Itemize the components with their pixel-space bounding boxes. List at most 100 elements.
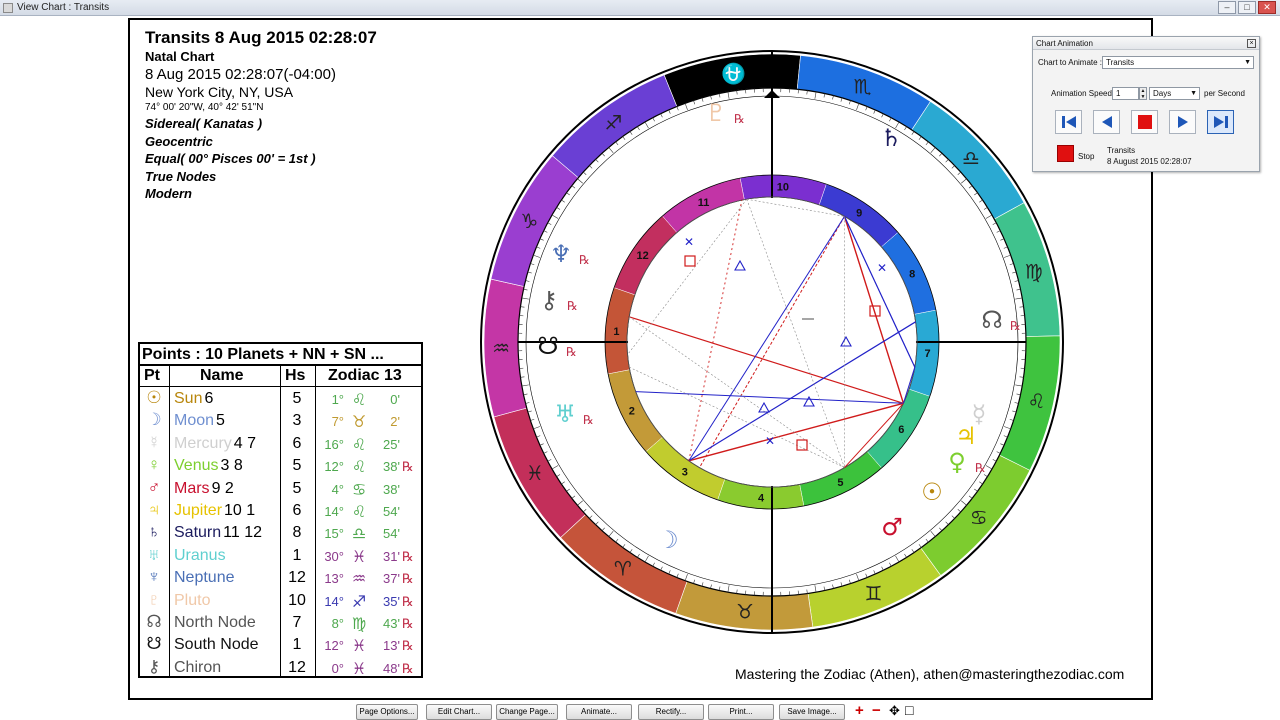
- maximize-button[interactable]: □: [1238, 1, 1256, 14]
- planet-degree: 30°: [324, 548, 344, 564]
- header-pt: Pt: [144, 367, 160, 384]
- speed-unit-value: Days: [1153, 89, 1172, 98]
- table-row: ♅ Uranus 1 30° ♓ 31' ℞: [140, 545, 421, 567]
- transit-planet-icon[interactable]: ♀: [948, 448, 966, 476]
- status-chart-name: Transits: [1107, 146, 1136, 155]
- retrograde-icon: ℞: [402, 660, 414, 676]
- planet-glyph-icon: ♄: [147, 522, 161, 542]
- sign-glyph-icon: ♏: [854, 75, 872, 99]
- house-number: 7: [925, 348, 931, 360]
- skip-forward-icon: [1214, 116, 1228, 128]
- play-back-icon: [1102, 116, 1112, 128]
- change-page-button[interactable]: Change Page...: [496, 704, 558, 720]
- dropdown-arrow-icon: ▼: [1190, 90, 1197, 97]
- planet-degree: 12°: [324, 459, 344, 475]
- planet-degree: 15°: [324, 526, 344, 542]
- zoom-out-icon[interactable]: −: [872, 703, 887, 719]
- transit-planet-icon[interactable]: ♂: [881, 513, 903, 541]
- planet-name: Uranus: [174, 546, 226, 564]
- zodiac-sign-icon: ♋: [351, 481, 367, 499]
- pan-icon[interactable]: ✥: [889, 704, 904, 719]
- stop-status-icon: [1057, 145, 1074, 162]
- retrograde-icon: ℞: [579, 253, 590, 267]
- chart-to-animate-label: Chart to Animate :: [1038, 58, 1103, 67]
- transit-planet-icon[interactable]: ♅: [554, 400, 576, 428]
- house-number: 8: [909, 269, 915, 281]
- planet-minute: 37': [383, 571, 400, 587]
- skip-forward-button[interactable]: [1207, 110, 1234, 134]
- transit-planet-icon[interactable]: ☊: [981, 306, 1002, 334]
- table-row: ♂ Mars 9 2 5 4° ♋ 38': [140, 478, 421, 500]
- planet-glyph-icon: ♆: [147, 567, 161, 587]
- speed-input[interactable]: 1: [1112, 87, 1139, 100]
- zodiac-sign-icon: ♌: [351, 504, 367, 521]
- aspect-sextile-icon: ✕: [684, 235, 694, 249]
- house-number: 12: [637, 250, 649, 262]
- points-table-title: Points : 10 Planets + NN + SN ...: [140, 344, 421, 366]
- retrograde-icon: ℞: [402, 616, 414, 631]
- house-number: 2: [629, 405, 635, 417]
- table-row: ♇ Pluto 10 14° ♐ 35' ℞: [140, 590, 421, 612]
- zodiac-sign-icon: ♎: [351, 526, 367, 544]
- option-zodiac: Sidereal( Kanatas ): [145, 116, 263, 131]
- transit-planet-icon[interactable]: ♆: [550, 240, 572, 268]
- transit-planet-icon[interactable]: ☋: [537, 332, 558, 360]
- chart-datetime: 8 Aug 2015 02:28:07(-04:00): [145, 66, 336, 83]
- header-zodiac: Zodiac 13: [328, 367, 402, 384]
- planet-house: 12: [288, 658, 306, 676]
- house-number: 11: [698, 197, 710, 209]
- speed-value: 1: [1116, 89, 1121, 98]
- planet-house: 5: [292, 457, 302, 475]
- transit-planet-icon[interactable]: ☉: [921, 478, 943, 506]
- zodiac-sign-icon: ♐: [351, 593, 367, 611]
- rectify-button[interactable]: Rectify...: [638, 704, 704, 720]
- transit-planet-icon[interactable]: ⚷: [540, 286, 558, 314]
- planet-name: South Node: [174, 636, 259, 654]
- planet-degree: 4°: [331, 481, 344, 497]
- step-forward-button[interactable]: [1169, 110, 1196, 134]
- table-row: ☉ Sun 6 5 1° ♌ 0': [140, 388, 421, 410]
- transit-planet-icon[interactable]: ♇: [705, 99, 727, 127]
- status-date: 8 August 2015 02:28:07: [1107, 157, 1192, 166]
- planet-house: 1: [292, 546, 302, 564]
- speed-unit-select[interactable]: Days ▼: [1149, 87, 1200, 100]
- sign-glyph-icon: ♊: [865, 581, 883, 605]
- page-options-button[interactable]: Page Options...: [356, 704, 418, 720]
- speed-spinner[interactable]: ▲ ▼: [1139, 87, 1147, 100]
- step-back-button[interactable]: [1093, 110, 1120, 134]
- planet-degree: 7°: [331, 414, 344, 430]
- animate-button[interactable]: Animate...: [566, 704, 632, 720]
- option-houses: Equal( 00° Pisces 00' = 1st ): [145, 151, 316, 167]
- chart-coordinates: 74° 00' 20"W, 40° 42' 51"N: [145, 102, 264, 113]
- transit-planet-icon[interactable]: ♄: [880, 124, 902, 152]
- planet-degree: 13°: [324, 571, 344, 587]
- print-button[interactable]: Print...: [708, 704, 774, 720]
- sign-glyph-icon: ♓: [526, 461, 544, 485]
- zoom-in-icon[interactable]: +: [855, 703, 870, 719]
- sign-glyph-icon: ⛎: [721, 62, 746, 86]
- edit-chart-button[interactable]: Edit Chart...: [426, 704, 492, 720]
- save-image-button[interactable]: Save Image...: [779, 704, 845, 720]
- chart-to-animate-select[interactable]: Transits ▼: [1102, 56, 1254, 69]
- transit-planet-icon[interactable]: ♃: [955, 422, 977, 450]
- planet-house: 1: [292, 636, 302, 654]
- planet-name: Mercury 4 7: [174, 434, 257, 452]
- house-number: 5: [837, 477, 843, 489]
- minimize-button[interactable]: –: [1218, 1, 1236, 14]
- planet-minute: 38': [383, 459, 400, 475]
- transit-planet-icon[interactable]: ☽: [657, 526, 679, 554]
- dropdown-arrow-icon: ▼: [1244, 59, 1251, 66]
- rewind-to-start-button[interactable]: [1055, 110, 1082, 134]
- planet-house: 10: [288, 591, 306, 609]
- fit-icon[interactable]: □: [905, 703, 920, 719]
- zodiac-sign-icon: ♌: [351, 459, 367, 477]
- dialog-close-icon[interactable]: ×: [1247, 39, 1256, 48]
- close-button[interactable]: ✕: [1258, 1, 1276, 14]
- zodiac-sign-icon: ♓: [351, 638, 367, 656]
- planet-name: Jupiter 10 1: [174, 502, 256, 519]
- planet-degree: 8°: [331, 616, 344, 631]
- planet-glyph-icon: ♂: [147, 477, 161, 497]
- table-row: ⚷ Chiron 12 0° ♓ 48' ℞: [140, 657, 421, 679]
- credit-text: Mastering the Zodiac (Athen), athen@mast…: [735, 666, 1125, 682]
- stop-button[interactable]: [1131, 110, 1158, 134]
